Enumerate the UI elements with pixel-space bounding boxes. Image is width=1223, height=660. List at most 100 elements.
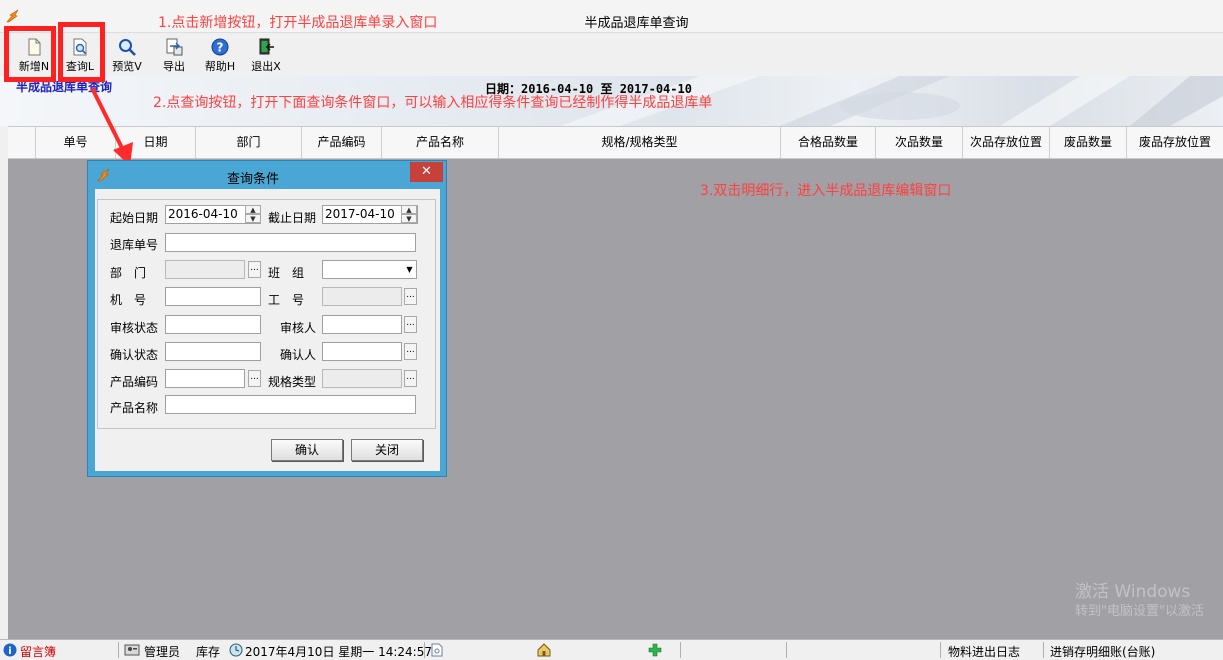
confirmer-field[interactable] (322, 342, 402, 361)
help-icon: ? (211, 38, 229, 56)
user-icon (124, 644, 140, 656)
exit-button-label: 退出X (251, 60, 281, 73)
confirm-status-label: 确认状态 (110, 348, 159, 362)
dialog-title: 查询条件 (226, 172, 279, 187)
svg-text:i: i (8, 646, 11, 657)
magnifier-icon (119, 39, 136, 56)
new-button-highlight (4, 26, 56, 82)
export-icon (166, 38, 183, 56)
worker-field[interactable] (322, 287, 402, 306)
dept-label: 部 门 (110, 266, 147, 280)
confirmer-label: 确认人 (280, 348, 317, 362)
audit-status-label: 审核状态 (110, 321, 159, 335)
machine-label: 机 号 (110, 293, 147, 307)
end-date-spinner[interactable]: ▲ ▼ (401, 205, 417, 224)
worker-label: 工 号 (268, 293, 305, 307)
chevron-down-icon[interactable]: ▼ (403, 261, 416, 278)
column-header[interactable]: 产品名称 (382, 127, 499, 158)
column-header[interactable]: 产品编码 (302, 127, 382, 158)
document-icon (431, 643, 443, 657)
help-button-label: 帮助H (204, 60, 236, 73)
end-date-label: 截止日期 (268, 211, 317, 225)
column-header[interactable]: 废品存放位置 (1127, 127, 1223, 158)
help-button[interactable]: ? 帮助H (198, 37, 242, 75)
product-code-field[interactable] (165, 369, 245, 388)
guestbook-link[interactable]: 留言簿 (20, 643, 56, 660)
status-separator (118, 642, 119, 658)
column-header[interactable]: 规格/规格类型 (499, 127, 781, 158)
preview-button-label: 预览V (112, 60, 142, 73)
inventory-ledger-link[interactable]: 进销存明细账(台账) (1050, 643, 1155, 660)
exit-icon (259, 38, 274, 55)
start-date-spinner[interactable]: ▲ ▼ (245, 205, 261, 224)
worker-browse-button[interactable]: ... (404, 288, 417, 305)
status-separator (940, 642, 941, 658)
close-button[interactable]: 关闭 (351, 439, 423, 461)
start-date-label: 起始日期 (110, 211, 159, 225)
auditor-browse-button[interactable]: ... (404, 316, 417, 333)
status-bar: i 留言簿 管理员 库存 2017年4月10日 星期一 14:24:57 物料进… (0, 639, 1223, 659)
add-icon[interactable] (648, 643, 662, 657)
export-button[interactable]: 导出 (152, 37, 196, 75)
query-button-highlight (58, 22, 105, 82)
annotation-step2: 2.点查询按钮，打开下面查询条件窗口，可以输入相应得条件查询已经制作得半成品退库… (153, 95, 713, 111)
watermark-line1: 激活 Windows (1075, 582, 1191, 602)
product-code-label: 产品编码 (110, 375, 159, 389)
datetime: 2017年4月10日 星期一 14:24:57 (245, 645, 432, 659)
auditor-label: 审核人 (280, 321, 317, 335)
column-header[interactable]: 次品数量 (876, 127, 963, 158)
grid-header: 单号 日期 部门 产品编码 产品名称 规格/规格类型 合格品数量 次品数量 次品… (8, 126, 1223, 159)
machine-field[interactable] (165, 287, 261, 306)
status-separator (1043, 642, 1044, 658)
status-separator (786, 642, 787, 658)
product-name-field[interactable] (165, 395, 416, 414)
column-header[interactable]: 日期 (116, 127, 196, 158)
confirmer-browse-button[interactable]: ... (404, 343, 417, 360)
auditor-field[interactable] (322, 315, 402, 334)
column-header[interactable]: 合格品数量 (781, 127, 876, 158)
dept-field[interactable] (165, 260, 245, 279)
spin-up-icon[interactable]: ▲ (401, 205, 417, 214)
exit-button[interactable]: 退出X (244, 37, 288, 75)
spec-type-field[interactable] (322, 369, 402, 388)
module-name: 库存 (196, 645, 221, 659)
spec-type-label: 规格类型 (268, 375, 317, 389)
preview-button[interactable]: 预览V (105, 37, 149, 75)
info-icon: i (3, 643, 17, 657)
svg-text:?: ? (217, 41, 224, 55)
grid-left-margin (0, 126, 8, 639)
status-separator (424, 642, 425, 658)
return-no-field[interactable] (165, 233, 416, 252)
export-button-label: 导出 (163, 60, 185, 73)
activation-watermark: 激活 Windows 转到"电脑设置"以激活 (1075, 583, 1204, 621)
audit-status-field[interactable] (165, 315, 261, 334)
product-name-label: 产品名称 (110, 401, 159, 415)
user-name: 管理员 (144, 645, 181, 659)
home-icon[interactable] (536, 642, 552, 657)
dept-browse-button[interactable]: ... (248, 261, 261, 278)
spec-type-browse-button[interactable]: ... (404, 370, 417, 387)
toolbar: 新增N 查询L 预览V 导出 ? 帮助H 退出X (0, 32, 1223, 76)
row-indicator-header (8, 127, 36, 158)
team-label: 班 组 (268, 266, 305, 280)
column-header[interactable]: 废品数量 (1050, 127, 1127, 158)
column-header[interactable]: 单号 (36, 127, 116, 158)
close-icon[interactable]: ✕ (410, 162, 443, 182)
spin-down-icon[interactable]: ▼ (245, 214, 261, 223)
spin-down-icon[interactable]: ▼ (401, 214, 417, 223)
dialog-body: 起始日期 2016-04-10 ▲ ▼ 截止日期 2017-04-10 ▲ ▼ 退库… (95, 189, 440, 471)
confirm-button[interactable]: 确认 (271, 439, 343, 461)
watermark-line2: 转到"电脑设置"以激活 (1075, 604, 1204, 619)
query-dialog: 查询条件 ✕ 起始日期 2016-04-10 ▲ ▼ 截止日期 2017-04-1… (87, 160, 447, 477)
spin-up-icon[interactable]: ▲ (245, 205, 261, 214)
annotation-step1: 1.点击新增按钮，打开半成品退库单录入窗口 (158, 15, 438, 31)
confirm-status-field[interactable] (165, 342, 261, 361)
annotation-step3: 3.双击明细行，进入半成品退库编辑窗口 (700, 183, 952, 199)
clock-icon (229, 643, 243, 657)
column-header[interactable]: 次品存放位置 (963, 127, 1050, 158)
column-header[interactable]: 部门 (196, 127, 302, 158)
return-no-label: 退库单号 (110, 238, 159, 252)
status-separator (680, 642, 681, 658)
product-code-browse-button[interactable]: ... (248, 370, 261, 387)
material-log-link[interactable]: 物料进出日志 (948, 643, 1020, 660)
